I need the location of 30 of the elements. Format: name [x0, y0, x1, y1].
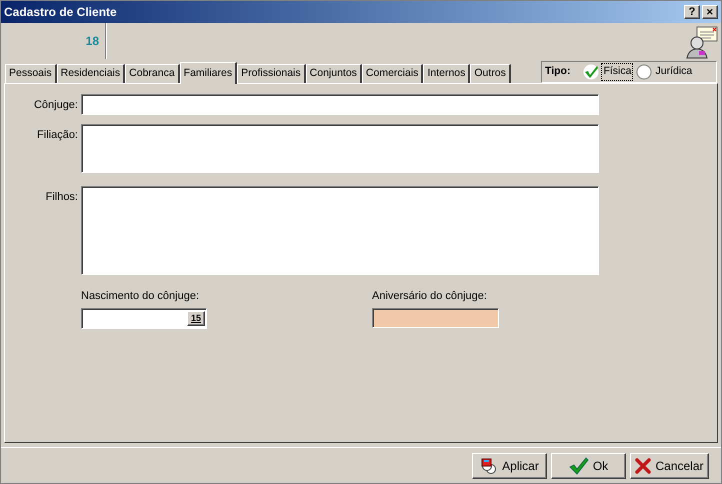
cancel-button[interactable]: Cancelar: [630, 452, 709, 478]
date-field[interactable]: 15: [81, 308, 207, 328]
ok-button[interactable]: Ok: [551, 452, 626, 478]
tab[interactable]: Residenciais: [56, 64, 126, 83]
field-label: Nascimento do cônjuge:: [81, 289, 200, 304]
input-field[interactable]: [81, 94, 599, 115]
field-label: Filhos:: [44, 190, 78, 205]
tab[interactable]: Familiares: [180, 62, 238, 84]
window-title: Cadastro de Cliente: [4, 4, 117, 21]
tab[interactable]: Cobranca: [125, 64, 180, 83]
field-label: Cônjuge:: [32, 98, 78, 113]
radio-option[interactable]: Jurídica: [636, 64, 694, 80]
type-label: Tipo:: [545, 64, 570, 80]
field-label: Filiação:: [36, 128, 78, 143]
record-number: 18: [86, 33, 99, 50]
check-icon: [568, 456, 589, 474]
close-button[interactable]: ✕: [702, 5, 718, 19]
tab[interactable]: Profissionais: [237, 64, 306, 83]
tab[interactable]: Internos: [423, 64, 470, 83]
tab[interactable]: Comerciais: [362, 64, 424, 83]
tab[interactable]: Conjuntos: [306, 64, 362, 83]
help-button[interactable]: ?: [684, 5, 700, 19]
tab[interactable]: Pessoais: [5, 64, 57, 83]
tab[interactable]: Outros: [470, 64, 511, 83]
apply-button[interactable]: Aplicar: [472, 452, 547, 478]
disk-stack-icon: [480, 458, 498, 474]
calendar-button[interactable]: 15: [187, 310, 205, 326]
cross-icon: [635, 458, 652, 474]
field-label: Aniversário do cônjuge:: [372, 289, 488, 304]
text-area[interactable]: [81, 124, 599, 173]
